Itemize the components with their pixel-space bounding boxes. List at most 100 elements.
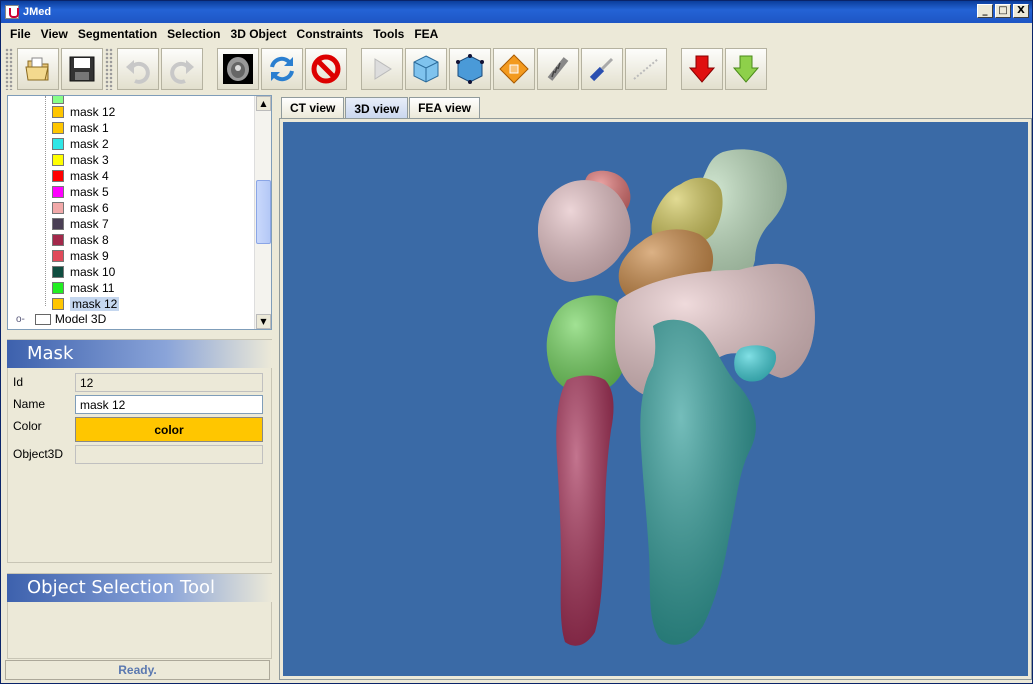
- tab-3d-view[interactable]: 3D view: [345, 97, 409, 119]
- export-button[interactable]: [725, 48, 767, 90]
- scaphoid-bone[interactable]: [537, 180, 631, 282]
- 3d-viewport[interactable]: [283, 122, 1028, 676]
- import-button[interactable]: [681, 48, 723, 90]
- menu-segmentation[interactable]: Segmentation: [73, 27, 162, 41]
- tree-item[interactable]: mask 12: [52, 104, 115, 120]
- mesh-button[interactable]: [493, 48, 535, 90]
- tree-node-model-3d[interactable]: o- Model 3D: [16, 312, 106, 326]
- save-disk-icon: [69, 56, 95, 82]
- tree-item[interactable]: mask 7: [52, 216, 109, 232]
- cube-button[interactable]: [405, 48, 447, 90]
- tree-item[interactable]: mask 4: [52, 168, 109, 184]
- tree-item[interactable]: mask 10: [52, 264, 115, 280]
- mask-color-swatch: [52, 218, 64, 230]
- ulna-bone[interactable]: [556, 375, 614, 646]
- measure-button[interactable]: [625, 48, 667, 90]
- mask-color-swatch: [52, 186, 64, 198]
- tree-item-label: mask 8: [70, 233, 109, 247]
- ct-scan-button[interactable]: [217, 48, 259, 90]
- undo-icon: [126, 60, 150, 84]
- open-folder-icon: [25, 57, 49, 81]
- screwdriver-icon: [589, 57, 614, 82]
- tree-item[interactable]: mask 2: [52, 136, 109, 152]
- close-button[interactable]: X: [1013, 4, 1029, 18]
- refresh-icon: [270, 56, 294, 82]
- tree-item[interactable]: mask 1: [52, 120, 109, 136]
- tab-ct-view[interactable]: CT view: [281, 97, 345, 118]
- screw-button[interactable]: [537, 48, 579, 90]
- menu-3d-object[interactable]: 3D Object: [226, 27, 292, 41]
- status-bar: Ready.: [5, 660, 270, 680]
- ct-scan-icon: [223, 54, 253, 84]
- tree-item-selected[interactable]: mask 12: [52, 296, 120, 312]
- name-label: Name: [13, 397, 46, 411]
- object3d-label: Object3D: [13, 447, 64, 461]
- tree-item[interactable]: mask 11: [52, 280, 114, 296]
- tree-item[interactable]: mask 5: [52, 184, 109, 200]
- triquetrum-bone[interactable]: [734, 345, 777, 382]
- mask-color-swatch: [52, 266, 64, 278]
- java-app-icon: [5, 5, 19, 19]
- object-tree[interactable]: mask 12 mask 1 mask 2 mask 3 mask 4 mask…: [7, 95, 272, 330]
- play-button[interactable]: [361, 48, 403, 90]
- play-icon: [374, 58, 392, 80]
- menu-fea[interactable]: FEA: [409, 27, 443, 41]
- refresh-button[interactable]: [261, 48, 303, 90]
- undo-button[interactable]: [117, 48, 159, 90]
- open-button[interactable]: [17, 48, 59, 90]
- stop-button[interactable]: [305, 48, 347, 90]
- id-field: 12: [75, 373, 263, 392]
- toolbar-grip[interactable]: [5, 48, 13, 90]
- tree-item-label: mask 9: [70, 249, 109, 263]
- cube-points-icon: [456, 54, 484, 84]
- minimize-button[interactable]: _: [977, 4, 993, 18]
- mask-color-swatch: [52, 106, 64, 118]
- tree-item[interactable]: mask 3: [52, 152, 109, 168]
- screw-icon: [547, 57, 569, 81]
- mask-panel-title: Mask: [7, 340, 272, 368]
- stop-icon: [311, 54, 341, 84]
- tree-item[interactable]: mask 6: [52, 200, 109, 216]
- menu-constraints[interactable]: Constraints: [292, 27, 369, 41]
- tab-fea-view[interactable]: FEA view: [409, 97, 480, 118]
- title-bar[interactable]: JMed _ □ X: [1, 1, 1032, 23]
- tree-node-label: Model 3D: [54, 312, 107, 326]
- menu-tools[interactable]: Tools: [368, 27, 409, 41]
- menu-file[interactable]: File: [5, 27, 36, 41]
- tree-item[interactable]: mask 9: [52, 248, 109, 264]
- tree-item-label: mask 1: [70, 121, 109, 135]
- menu-view[interactable]: View: [36, 27, 73, 41]
- bone-model-render[interactable]: [283, 122, 1028, 676]
- scroll-up-arrow-icon[interactable]: ▲: [256, 96, 271, 111]
- mask-color-swatch: [52, 170, 64, 182]
- toolbar-grip[interactable]: [105, 48, 113, 90]
- app-window: JMed _ □ X File View Segmentation Select…: [0, 0, 1033, 684]
- tree-item-label: mask 4: [70, 169, 109, 183]
- cube-points-button[interactable]: [449, 48, 491, 90]
- tree-item-label: mask 12: [70, 297, 120, 311]
- menu-selection[interactable]: Selection: [162, 27, 225, 41]
- redo-icon: [170, 60, 194, 84]
- tree-expand-handle-icon[interactable]: o-: [16, 314, 25, 325]
- scroll-down-arrow-icon[interactable]: ▼: [256, 314, 271, 329]
- color-button[interactable]: color: [75, 417, 263, 442]
- mask-color-swatch: [52, 96, 64, 104]
- window-title: JMed: [23, 6, 52, 18]
- mask-color-swatch: [52, 250, 64, 262]
- view-tabs: CT view 3D view FEA view: [281, 97, 481, 119]
- tree-item[interactable]: mask 8: [52, 232, 109, 248]
- id-label: Id: [13, 375, 24, 389]
- redo-button[interactable]: [161, 48, 203, 90]
- tree-scrollbar[interactable]: ▲ ▼: [254, 96, 271, 329]
- mask-color-swatch: [52, 282, 64, 294]
- screwdriver-button[interactable]: [581, 48, 623, 90]
- export-down-arrow-green-icon: [732, 55, 760, 83]
- cube-icon: [413, 55, 439, 83]
- scroll-thumb[interactable]: [256, 180, 271, 244]
- menu-bar: File View Segmentation Selection 3D Obje…: [1, 23, 1032, 45]
- mask-color-swatch: [52, 202, 64, 214]
- maximize-button[interactable]: □: [995, 4, 1011, 18]
- save-button[interactable]: [61, 48, 103, 90]
- tree-item-label: mask 12: [70, 105, 116, 119]
- name-field[interactable]: mask 12: [75, 395, 263, 414]
